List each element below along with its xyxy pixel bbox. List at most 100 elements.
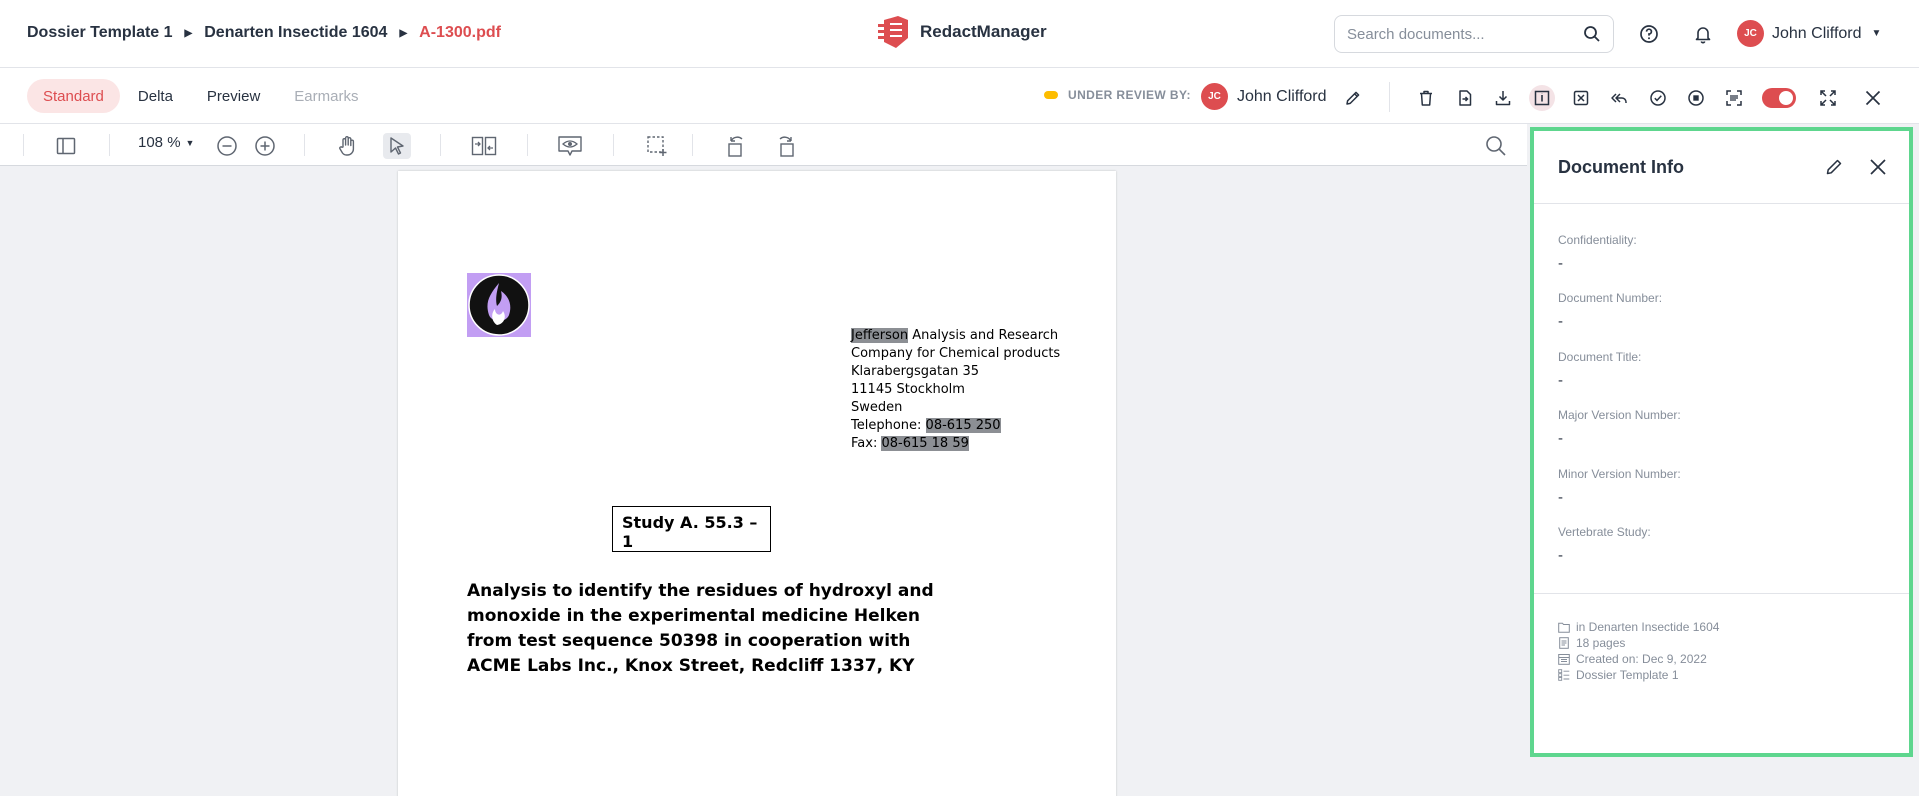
- field-value: -: [1558, 430, 1563, 447]
- field-minor-version: Minor Version Number: -: [1558, 467, 1681, 506]
- breadcrumb-separator-icon: ▶: [184, 27, 193, 39]
- tab-preview[interactable]: Preview: [191, 79, 276, 113]
- divider: [692, 134, 693, 156]
- sidebar-toggle-icon[interactable]: [52, 133, 80, 159]
- search-icon[interactable]: [1482, 133, 1510, 159]
- app-name: RedactManager: [920, 22, 1047, 41]
- zoom-out-icon[interactable]: [213, 133, 241, 159]
- breadcrumb-dossier-template[interactable]: Dossier Template 1: [27, 24, 173, 42]
- download-icon[interactable]: [1490, 85, 1516, 111]
- app-logo[interactable]: RedactManager: [878, 16, 1047, 48]
- document-page[interactable]: Jefferson Analysis and Research Company …: [398, 171, 1116, 796]
- divider: [1389, 82, 1390, 112]
- help-icon[interactable]: [1637, 22, 1661, 46]
- edit-icon[interactable]: [1824, 157, 1844, 177]
- address-street: Klarabergsgatan 35: [851, 364, 980, 379]
- document-canvas[interactable]: Jefferson Analysis and Research Company …: [0, 166, 1527, 796]
- view-mode-tabs: Standard Delta Preview Earmarks: [27, 79, 376, 113]
- select-pointer-icon[interactable]: [383, 133, 411, 159]
- bell-icon[interactable]: [1691, 22, 1715, 46]
- breadcrumb: Dossier Template 1 ▶ Denarten Insectide …: [27, 24, 501, 42]
- field-value: -: [1558, 489, 1563, 506]
- field-label: Vertebrate Study:: [1558, 525, 1651, 539]
- document-info-content: Document Info Confidentiality: - Documen…: [1530, 127, 1913, 757]
- user-name: John Clifford: [1772, 24, 1862, 42]
- divider: [1534, 593, 1909, 594]
- field-document-title: Document Title: -: [1558, 350, 1641, 389]
- pan-hand-icon[interactable]: [334, 133, 362, 159]
- divider: [527, 134, 528, 156]
- review-status: UNDER REVIEW BY:: [1044, 88, 1191, 102]
- calendar-icon: [1558, 653, 1570, 665]
- meta-dossier: in Denarten Insectide 1604: [1576, 620, 1720, 634]
- exclude-page-icon[interactable]: [1568, 85, 1594, 111]
- app-header: Dossier Template 1 ▶ Denarten Insectide …: [0, 0, 1919, 68]
- field-value: -: [1558, 313, 1563, 330]
- approve-icon[interactable]: [1645, 85, 1671, 111]
- reviewer-name: John Clifford: [1237, 87, 1327, 105]
- analysis-line: ACME Labs Inc., Knox Street, Redcliff 13…: [467, 656, 915, 676]
- search-input[interactable]: [1347, 25, 1583, 43]
- tab-delta[interactable]: Delta: [122, 79, 189, 113]
- search-icon[interactable]: [1583, 25, 1601, 43]
- field-label: Document Number:: [1558, 291, 1663, 305]
- folder-icon: [1558, 621, 1570, 633]
- chevron-down-icon: ▼: [1871, 28, 1882, 39]
- redaction-toggle[interactable]: [1762, 88, 1796, 108]
- reviewer[interactable]: JC John Clifford: [1201, 83, 1327, 110]
- address-city: 11145 Stockholm: [851, 382, 965, 397]
- reply-all-icon[interactable]: [1606, 85, 1632, 111]
- redact-logo-icon: [878, 16, 908, 48]
- compare-pages-icon[interactable]: [470, 133, 498, 159]
- divider: [109, 134, 110, 156]
- document-info-icon[interactable]: [1529, 85, 1555, 111]
- meta-created: Created on: Dec 9, 2022: [1576, 652, 1707, 666]
- delete-icon[interactable]: [1413, 85, 1439, 111]
- meta-pages: 18 pages: [1576, 636, 1626, 650]
- area-select-icon[interactable]: [643, 133, 671, 159]
- meta-template: Dossier Template 1: [1576, 668, 1679, 682]
- zoom-select[interactable]: 108 % ▼: [138, 134, 194, 151]
- user-menu[interactable]: JC John Clifford ▼: [1737, 20, 1881, 47]
- study-box: Study A. 55.3 – 1: [612, 506, 771, 552]
- redaction-highlight[interactable]: 08-615 250: [925, 418, 1001, 433]
- fax-label: Fax:: [851, 436, 882, 451]
- divider: [304, 134, 305, 156]
- rotate-right-icon[interactable]: [772, 133, 800, 159]
- close-icon[interactable]: [1860, 85, 1886, 111]
- close-icon[interactable]: [1868, 157, 1888, 177]
- field-document-number: Document Number: -: [1558, 291, 1662, 330]
- divider: [1534, 203, 1909, 204]
- fullscreen-icon[interactable]: [1815, 85, 1841, 111]
- chevron-down-icon: ▼: [185, 137, 195, 148]
- analysis-line: from test sequence 50398 in cooperation …: [467, 631, 911, 651]
- export-file-icon[interactable]: [1452, 85, 1478, 111]
- redaction-highlight[interactable]: 08-615 18 59: [881, 436, 969, 451]
- rotate-left-icon[interactable]: [722, 133, 750, 159]
- zoom-in-icon[interactable]: [251, 133, 279, 159]
- scan-icon[interactable]: [1721, 85, 1747, 111]
- search-box[interactable]: [1334, 15, 1614, 53]
- divider: [440, 134, 441, 156]
- view-annotation-icon[interactable]: [556, 133, 584, 159]
- avatar: JC: [1737, 20, 1764, 47]
- field-label: Major Version Number:: [1558, 408, 1681, 422]
- zoom-value: 108 %: [138, 134, 181, 151]
- breadcrumb-separator-icon: ▶: [399, 27, 408, 39]
- status-dot: [1044, 91, 1058, 99]
- company-address: Jefferson Analysis and Research Company …: [851, 327, 1081, 453]
- stop-icon[interactable]: [1683, 85, 1709, 111]
- edit-reviewer-icon[interactable]: [1340, 85, 1366, 111]
- analysis-line: Analysis to identify the residues of hyd…: [467, 581, 934, 626]
- document-info-panel: Document Info Confidentiality: - Documen…: [1527, 124, 1919, 796]
- tab-earmarks[interactable]: Earmarks: [278, 79, 374, 113]
- redaction-highlight[interactable]: Jefferson: [851, 328, 909, 343]
- viewer-toolbar: 108 % ▼: [0, 124, 1527, 166]
- panel-title: Document Info: [1558, 157, 1684, 177]
- field-label: Minor Version Number:: [1558, 467, 1681, 481]
- field-major-version: Major Version Number: -: [1558, 408, 1681, 447]
- address-country: Sweden: [851, 400, 903, 415]
- breadcrumb-dossier[interactable]: Denarten Insectide 1604: [204, 24, 387, 42]
- tab-standard[interactable]: Standard: [27, 79, 120, 113]
- breadcrumb-file[interactable]: A-1300.pdf: [419, 24, 501, 42]
